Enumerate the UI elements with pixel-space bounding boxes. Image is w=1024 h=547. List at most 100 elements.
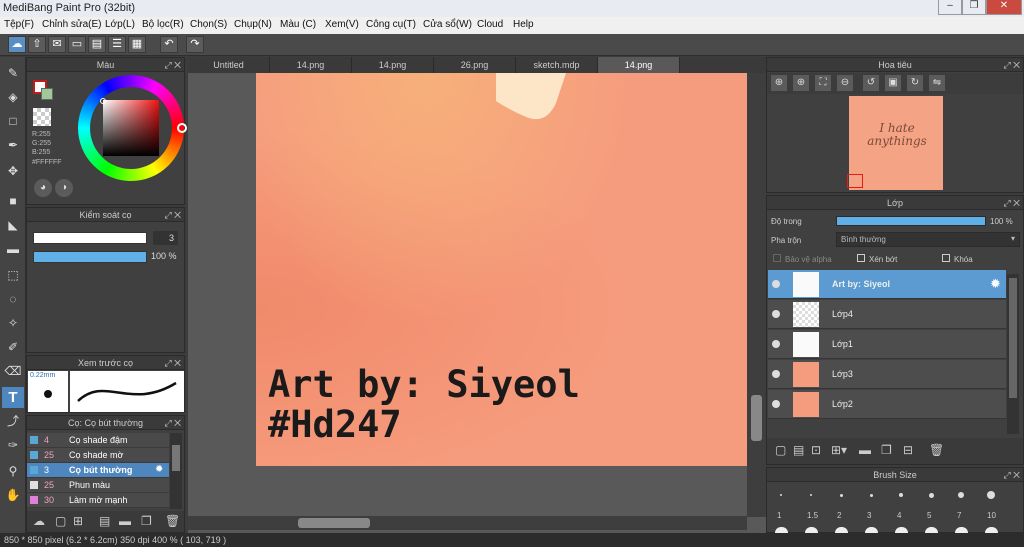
layers-scrollbar[interactable] (1007, 274, 1019, 434)
rotate-right-icon[interactable]: ↻ (907, 75, 923, 91)
canvas-horizontal-scrollbar[interactable] (188, 516, 747, 530)
menu-select[interactable]: Chọn(S) (190, 19, 227, 30)
merge-layer-icon[interactable]: ⊟ (903, 443, 913, 457)
delete-layer-icon[interactable]: 🗑 (929, 443, 944, 457)
copy-brush-icon[interactable]: ❐ (141, 514, 152, 528)
fill-rect-tool-icon[interactable]: ■ (2, 191, 24, 212)
menu-snap[interactable]: Chụp(N) (234, 19, 272, 30)
color-picker-handle[interactable] (100, 98, 106, 104)
menu-help[interactable]: Help (513, 19, 534, 30)
secondary-color-swatch[interactable] (41, 88, 53, 100)
navigator-thumbnail[interactable]: I hate anythings (847, 96, 943, 190)
grid-icon[interactable]: ▦ (128, 36, 146, 53)
canvas-vertical-scrollbar[interactable] (747, 73, 766, 517)
brush-size-dot[interactable] (987, 491, 995, 499)
menu-view[interactable]: Xem(V) (325, 19, 359, 30)
add-brush-icon[interactable]: ⊞ (73, 514, 83, 528)
move-tool-icon[interactable]: ✥ (2, 161, 24, 182)
layer-folder-icon[interactable]: ▬ (859, 443, 871, 457)
palette-icon[interactable]: ◕ (34, 179, 52, 197)
new-halftone-layer-icon[interactable]: ▤ (793, 443, 804, 457)
brush-settings-icon[interactable]: ▤ (99, 514, 110, 528)
brush-size-dot[interactable] (780, 494, 782, 496)
transparent-swatch[interactable] (33, 108, 51, 126)
layer-row[interactable]: Lớp4 (768, 300, 1006, 329)
maximize-button[interactable]: ❐ (962, 0, 986, 15)
chat-icon[interactable]: ▭ (68, 36, 86, 53)
layer-row[interactable]: Lớp1 (768, 330, 1006, 359)
brush-size-dot[interactable] (869, 493, 873, 497)
hue-handle[interactable] (177, 123, 187, 133)
comment-icon[interactable]: ✉ (48, 36, 66, 53)
navigator-viewport[interactable] (847, 174, 863, 188)
menu-edit[interactable]: Chỉnh sửa(E) (42, 19, 102, 30)
dropper-icon[interactable]: ⚲ (2, 461, 24, 482)
clipping-checkbox[interactable] (857, 254, 865, 262)
eraser-tool-icon[interactable]: ◈ (2, 87, 24, 108)
tab-sketch[interactable]: sketch.mdp (516, 57, 598, 73)
brush-list-item[interactable]: 25 Cọ shade mờ (27, 448, 169, 463)
color-settings-icon[interactable]: ◑ (55, 179, 73, 197)
hscroll-thumb[interactable] (298, 518, 370, 528)
brush-size-slider[interactable] (33, 232, 147, 244)
layer-opacity-slider[interactable] (836, 216, 986, 226)
brush-list-item[interactable]: 3 Cọ bút thường ✹ (27, 463, 169, 478)
select-rect-icon[interactable]: ⬚ (2, 265, 24, 286)
lasso-icon[interactable]: ◌ (2, 289, 24, 310)
menu-window[interactable]: Cửa sổ(W) (423, 19, 472, 30)
menu-color[interactable]: Màu (C) (280, 19, 316, 30)
bucket-tool-icon[interactable]: ◣ (2, 215, 24, 236)
brush-size-dot[interactable] (958, 492, 964, 498)
menu-tools[interactable]: Công cụ(T) (366, 19, 416, 30)
document-icon[interactable]: ▤ (88, 36, 106, 53)
rotate-left-icon[interactable]: ↺ (863, 75, 879, 91)
tab-14png-b[interactable]: 14.png (352, 57, 434, 73)
rectangle-tool-icon[interactable]: □ (2, 111, 24, 132)
menu-cloud[interactable]: Cloud (477, 19, 503, 30)
menu-layer[interactable]: Lớp(L) (105, 19, 135, 30)
redo-icon[interactable]: ↷ (186, 36, 204, 53)
brush-tool-icon[interactable]: ✎ (2, 63, 24, 84)
reset-view-icon[interactable]: ▣ (885, 75, 901, 91)
undo-icon[interactable]: ↶ (160, 36, 178, 53)
cloud-icon[interactable]: ☁ (8, 36, 26, 53)
close-button[interactable]: ✕ (986, 0, 1022, 15)
new-brush-icon[interactable]: ▢ (55, 514, 66, 528)
brush-cloud-icon[interactable]: ☁ (33, 514, 45, 528)
lock-checkbox[interactable] (942, 254, 950, 262)
upload-icon[interactable]: ⇧ (28, 36, 46, 53)
brush-size-dot[interactable] (810, 494, 812, 496)
tab-14png-active[interactable]: 14.png (598, 57, 680, 73)
brush-list-item[interactable]: 25 Phun màu (27, 478, 169, 493)
new-layer-icon[interactable]: ▢ (775, 443, 786, 457)
gear-icon[interactable]: ✹ (990, 276, 1001, 292)
select-eraser-icon[interactable]: ⌫ (2, 361, 24, 382)
duplicate-layer-icon[interactable]: ❐ (881, 443, 892, 457)
layer-row[interactable]: Lớp3 (768, 360, 1006, 389)
zoom-out-icon[interactable]: ⊖ (837, 75, 853, 91)
brush-size-dot[interactable] (839, 493, 843, 497)
tab-untitled[interactable]: Untitled (188, 57, 270, 73)
new-8bit-layer-icon[interactable]: ⊡ (811, 443, 821, 457)
select-pen-icon[interactable]: ✐ (2, 337, 24, 358)
brush-list-item[interactable]: 4 Cọ shade đậm (27, 433, 169, 448)
pen-tool-icon[interactable]: ✒ (2, 135, 24, 156)
visibility-icon[interactable] (772, 280, 780, 288)
flip-icon[interactable]: ⇋ (929, 75, 945, 91)
blend-mode-select[interactable]: Bình thường ▾ (836, 232, 1020, 247)
zoom-in-icon[interactable]: ⊕ (793, 75, 809, 91)
delete-brush-icon[interactable]: 🗑 (165, 514, 180, 528)
visibility-icon[interactable] (772, 400, 780, 408)
brush-list-item[interactable]: 30 Làm mờ mạnh (27, 493, 169, 508)
magic-wand-icon[interactable]: ✧ (2, 313, 24, 334)
tab-26png[interactable]: 26.png (434, 57, 516, 73)
gradient-tool-icon[interactable]: ▬ (2, 239, 24, 260)
brush-size-dot[interactable] (928, 492, 934, 498)
minimize-button[interactable]: – (938, 0, 962, 15)
menu-file[interactable]: Tệp(F) (4, 19, 34, 30)
add-layer-menu-icon[interactable]: ⊞▾ (831, 443, 847, 457)
menu-filter[interactable]: Bộ lọc(R) (142, 19, 184, 30)
vscroll-thumb[interactable] (751, 395, 762, 441)
layer-row[interactable]: Lớp2 (768, 390, 1006, 419)
tab-14png-a[interactable]: 14.png (270, 57, 352, 73)
